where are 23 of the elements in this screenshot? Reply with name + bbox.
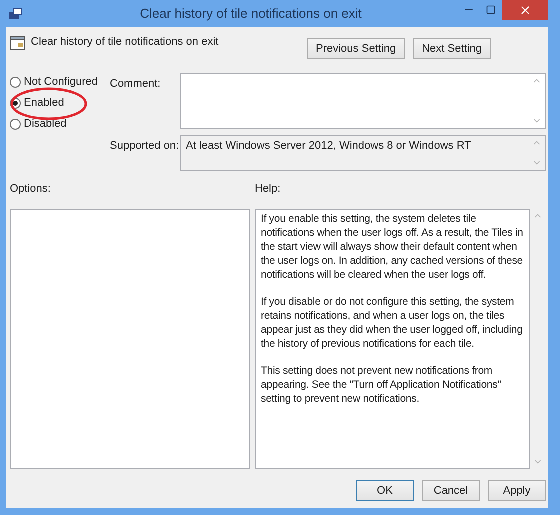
state-radio-option[interactable]: Not Configured <box>10 76 98 88</box>
window-title: Clear history of tile notifications on exit <box>139 6 363 21</box>
comment-label: Comment: <box>110 77 162 92</box>
help-paragraph: If you disable or do not configure this setting, the system retains notifications, and when a user logs on, the tiles appear just as they did when the user logged off, including the history of previous notifications for each tile. <box>261 295 524 351</box>
dialog-button[interactable]: Cancel <box>422 480 480 501</box>
supported-on-field: At least Windows Server 2012, Windows 8 or Windows RT <box>180 135 546 171</box>
help-paragraph: If you enable this setting, the system deletes tile notifications when the user logs off. As a result, the Tiles in the start view will always show their default content when the user logs on. In addition, any cached versions of these notifications will be cleared when the user logs off. <box>261 212 524 282</box>
options-label: Options: <box>10 183 51 195</box>
app-icon <box>8 6 24 20</box>
help-label: Help: <box>255 183 281 195</box>
supported-on-label: Supported on: <box>110 139 180 154</box>
close-icon <box>518 4 532 16</box>
policy-name: Clear history of tile notifications on exit <box>31 36 220 48</box>
maximize-icon <box>486 5 496 15</box>
dialog-button[interactable]: OK <box>356 480 414 501</box>
dialog-button[interactable]: Apply <box>488 480 546 501</box>
comment-field[interactable] <box>180 73 546 129</box>
close-button[interactable] <box>502 0 548 20</box>
state-radio-option[interactable]: Disabled <box>10 118 67 130</box>
navigation-button[interactable]: Next Setting <box>413 38 492 59</box>
help-paragraph: This setting does not prevent new notifications from appearing. See the "Turn off Application Notifications" setting to prevent new notifications. <box>261 364 502 406</box>
navigation-button[interactable]: Previous Setting <box>307 38 406 59</box>
policy-icon <box>10 36 25 50</box>
